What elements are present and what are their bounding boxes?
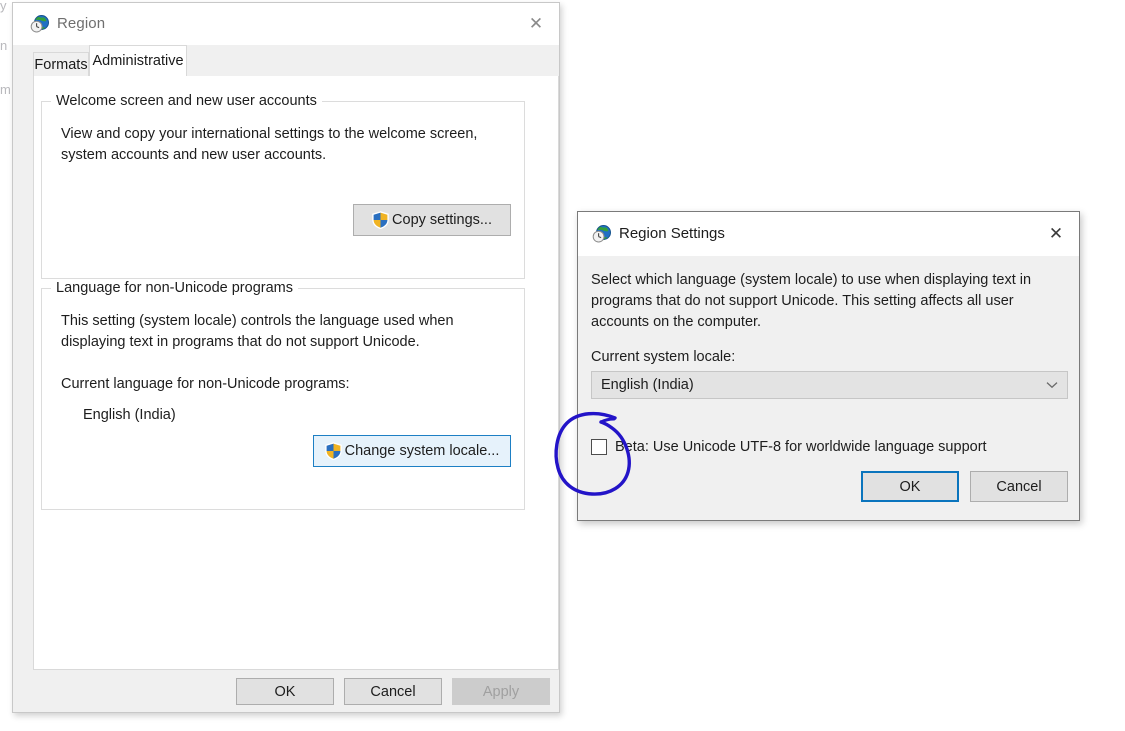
region-settings-description-line1: Select which language (system locale) to… [591, 272, 1032, 288]
beta-utf8-checkbox[interactable] [591, 439, 607, 455]
current-system-locale-label: Current system locale: [591, 349, 736, 365]
region-settings-cancel-button[interactable]: Cancel [970, 471, 1068, 502]
region-cancel-label: Cancel [370, 683, 416, 700]
tab-administrative[interactable]: Administrative [89, 45, 187, 77]
copy-settings-button-label: Copy settings... [392, 212, 492, 228]
chevron-down-icon [1037, 381, 1067, 389]
tab-formats[interactable]: Formats [33, 52, 89, 77]
region-apply-button: Apply [452, 678, 550, 705]
welcome-screen-legend: Welcome screen and new user accounts [51, 93, 322, 109]
welcome-screen-description-line1: View and copy your international setting… [61, 126, 478, 142]
close-icon: ✕ [1048, 223, 1064, 244]
region-cancel-button[interactable]: Cancel [344, 678, 442, 705]
region-settings-close-button[interactable]: ✕ [1033, 212, 1079, 256]
close-icon: ✕ [528, 13, 544, 34]
uac-shield-icon [324, 442, 342, 461]
region-settings-title: Region Settings [619, 225, 725, 242]
beta-utf8-checkbox-row[interactable]: Beta: Use Unicode UTF-8 for worldwide la… [591, 439, 987, 455]
welcome-screen-groupbox: Welcome screen and new user accounts Vie… [41, 93, 525, 279]
non-unicode-description-line1: This setting (system locale) controls th… [61, 313, 454, 329]
region-settings-ok-button[interactable]: OK [861, 471, 959, 502]
region-settings-description-line3: accounts on the computer. [591, 314, 762, 330]
region-ok-label: OK [274, 683, 296, 700]
region-settings-cancel-label: Cancel [996, 478, 1042, 495]
region-window-titlebar: Region ✕ [13, 3, 559, 45]
non-unicode-language-groupbox: Language for non-Unicode programs This s… [41, 280, 525, 510]
background-text-fragment-3: m [0, 82, 11, 97]
region-apply-label: Apply [482, 683, 520, 700]
change-system-locale-button[interactable]: Change system locale... [313, 435, 511, 467]
region-window-close-button[interactable]: ✕ [513, 3, 559, 45]
beta-utf8-checkbox-label: Beta: Use Unicode UTF-8 for worldwide la… [615, 439, 987, 455]
region-globe-clock-icon [30, 14, 50, 34]
background-text-fragment-1: y [0, 0, 7, 13]
welcome-screen-description-line2: system accounts and new user accounts. [61, 147, 327, 163]
system-locale-dropdown[interactable]: English (India) [591, 371, 1068, 399]
system-locale-dropdown-value: English (India) [601, 377, 694, 393]
current-language-label: Current language for non-Unicode program… [61, 376, 350, 392]
current-language-value: English (India) [83, 407, 176, 423]
region-window: Region ✕ Formats Administrative Welcome … [12, 2, 560, 713]
non-unicode-description-line2: displaying text in programs that do not … [61, 334, 420, 350]
region-tabstrip: Formats Administrative [13, 45, 559, 77]
region-settings-description-line2: programs that do not support Unicode. Th… [591, 293, 1014, 309]
region-globe-clock-icon [592, 224, 612, 244]
administrative-tab-page: Welcome screen and new user accounts Vie… [33, 76, 559, 670]
tab-administrative-label: Administrative [92, 53, 184, 69]
change-system-locale-button-label: Change system locale... [344, 443, 500, 459]
background-text-fragment-2: n [0, 38, 8, 53]
uac-shield-icon [372, 211, 389, 230]
tab-formats-label: Formats [34, 57, 88, 73]
region-ok-button[interactable]: OK [236, 678, 334, 705]
non-unicode-language-legend: Language for non-Unicode programs [51, 280, 298, 296]
region-window-title: Region [57, 15, 106, 32]
copy-settings-button[interactable]: Copy settings... [353, 204, 511, 236]
region-settings-titlebar: Region Settings ✕ [578, 212, 1079, 256]
region-settings-ok-label: OK [899, 478, 921, 495]
region-settings-dialog: Region Settings ✕ Select which language … [577, 211, 1080, 521]
